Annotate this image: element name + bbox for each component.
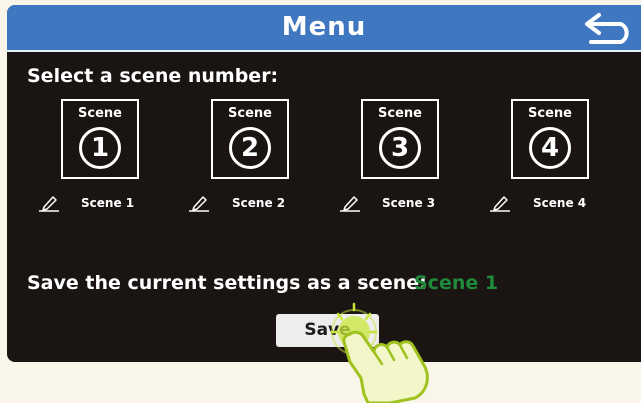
scene-name-3: Scene 3 bbox=[382, 196, 436, 210]
scene-box-label: Scene bbox=[378, 106, 422, 121]
scene-button-1[interactable]: Scene 1 bbox=[61, 99, 139, 179]
pencil-icon[interactable] bbox=[188, 194, 210, 212]
scene-number: 3 bbox=[379, 127, 421, 169]
scene-number: 1 bbox=[79, 127, 121, 169]
menu-panel: Menu Select a scene number: Scene 1 Scen… bbox=[7, 5, 641, 362]
scene-name-4: Scene 4 bbox=[533, 196, 587, 210]
scene-button-3[interactable]: Scene 3 bbox=[361, 99, 439, 179]
scene-box-label: Scene bbox=[78, 106, 122, 121]
scene-button-4[interactable]: Scene 4 bbox=[511, 99, 589, 179]
select-scene-heading: Select a scene number: bbox=[27, 65, 279, 87]
scene-name-1: Scene 1 bbox=[81, 196, 135, 210]
page-title: Menu bbox=[281, 12, 367, 42]
pencil-icon[interactable] bbox=[489, 194, 511, 212]
selected-scene-value: Scene 1 bbox=[414, 272, 499, 294]
scene-box-label: Scene bbox=[528, 106, 572, 121]
pencil-icon[interactable] bbox=[339, 194, 361, 212]
scene-number: 4 bbox=[529, 127, 571, 169]
scene-name-2: Scene 2 bbox=[232, 196, 286, 210]
save-button[interactable]: Save bbox=[276, 314, 379, 347]
save-settings-label: Save the current settings as a scene: bbox=[27, 272, 427, 294]
back-arrow-icon[interactable] bbox=[583, 11, 635, 45]
menu-header: Menu bbox=[7, 5, 641, 52]
pencil-icon[interactable] bbox=[38, 194, 60, 212]
scene-box-label: Scene bbox=[228, 106, 272, 121]
scene-button-2[interactable]: Scene 2 bbox=[211, 99, 289, 179]
scene-number: 2 bbox=[229, 127, 271, 169]
